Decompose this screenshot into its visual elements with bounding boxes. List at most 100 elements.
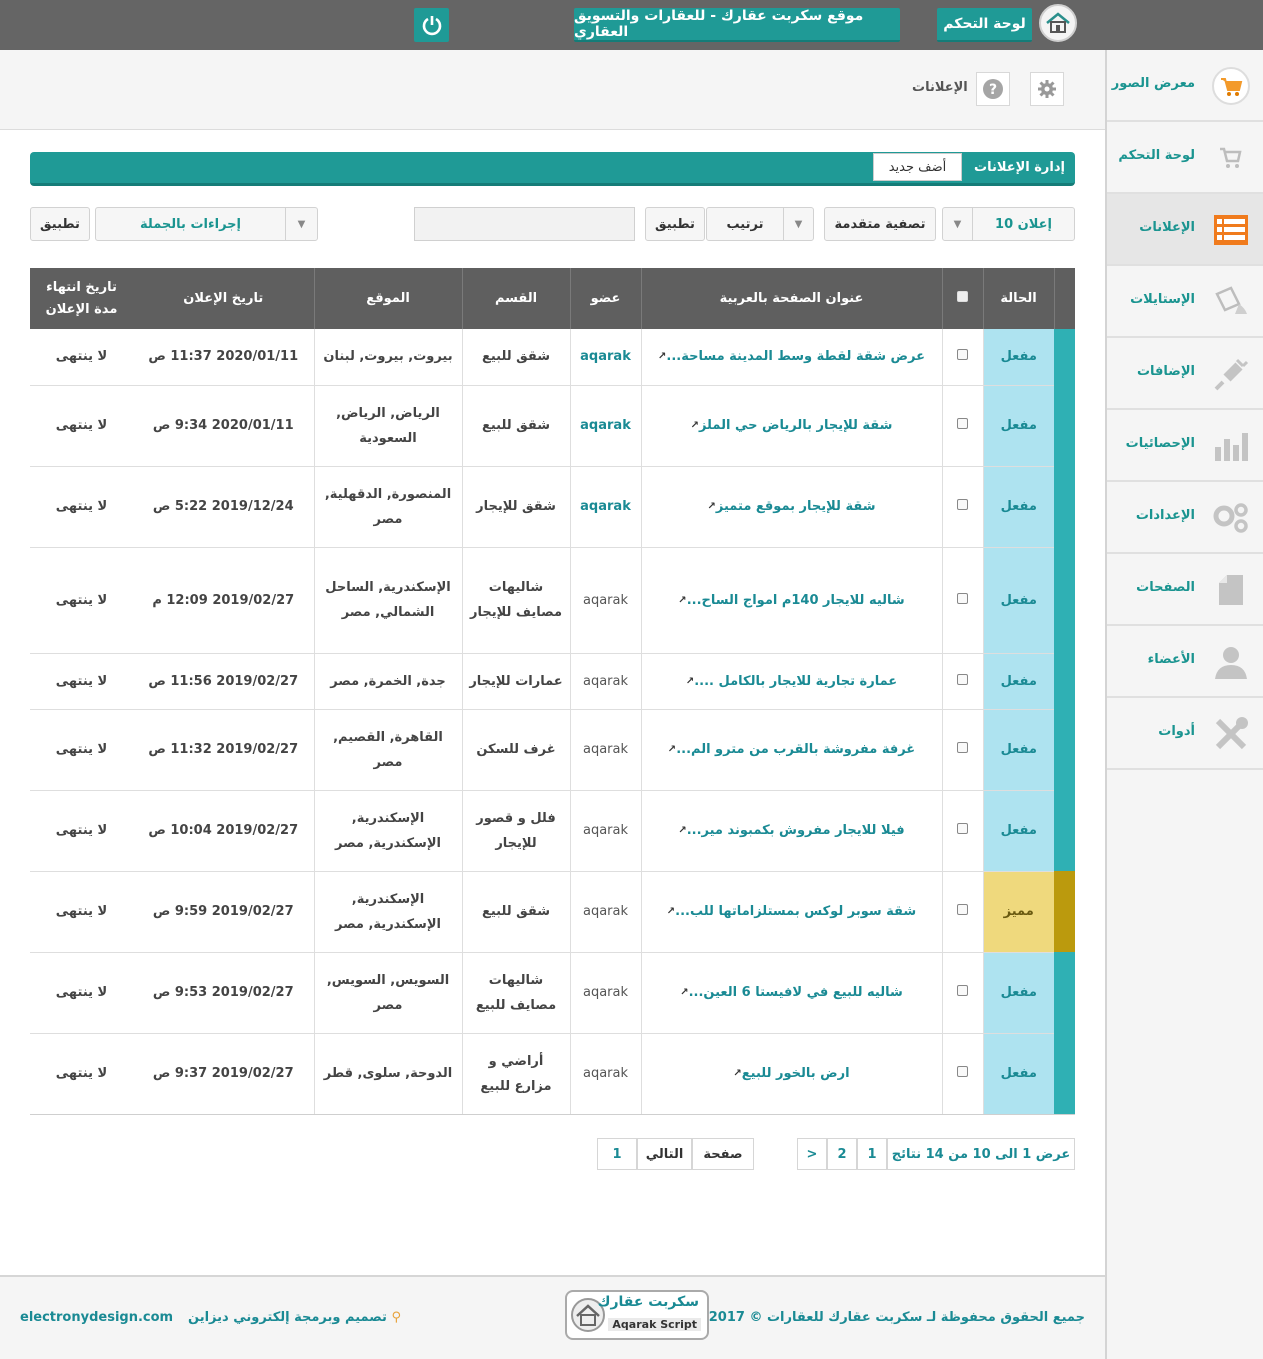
select-all-checkbox[interactable] bbox=[957, 290, 968, 302]
ad-title-link[interactable]: شاليه للبيع في لافيستا 6 العين...↗ bbox=[641, 952, 943, 1034]
power-icon[interactable] bbox=[414, 8, 449, 42]
external-link-icon[interactable]: ↗ bbox=[678, 588, 686, 613]
row-checkbox-cell[interactable] bbox=[942, 329, 984, 386]
sidebar-item-stats[interactable]: الإحصائيات bbox=[1107, 410, 1263, 482]
sidebar-item-styles[interactable]: الإستايلات bbox=[1107, 266, 1263, 338]
apply-sort-button[interactable]: تطبيق bbox=[645, 207, 705, 241]
chevron-down-icon: ▼ bbox=[943, 208, 973, 240]
member-link[interactable]: aqarak bbox=[570, 466, 642, 548]
row-checkbox[interactable] bbox=[957, 499, 968, 510]
row-checkbox[interactable] bbox=[957, 742, 968, 753]
member-link[interactable]: aqarak bbox=[570, 790, 642, 872]
gear-icon[interactable] bbox=[1030, 72, 1064, 106]
status-badge: مفعل bbox=[983, 790, 1054, 872]
row-checkbox[interactable] bbox=[957, 349, 968, 361]
member-link[interactable]: aqarak bbox=[570, 653, 642, 710]
header-member[interactable]: عضو bbox=[570, 268, 642, 329]
designer-site-link[interactable]: electronydesign.com bbox=[20, 1310, 173, 1325]
sidebar-item-plugins[interactable]: الإضافات bbox=[1107, 338, 1263, 410]
location-cell: بيروت, بيروت, لبنان bbox=[314, 329, 463, 386]
design-credit: تصميم وبرمجة إلكتروني ديزاين ⚲ bbox=[188, 1310, 401, 1325]
sidebar-item-gallery[interactable]: معرض الصور bbox=[1107, 50, 1263, 122]
apply-bulk-button[interactable]: تطبيق bbox=[30, 207, 90, 241]
sidebar-item-members[interactable]: الأعضاء bbox=[1107, 626, 1263, 698]
row-checkbox-cell[interactable] bbox=[942, 1033, 984, 1115]
date-cell: 2020/01/11 11:37 ص bbox=[133, 329, 315, 386]
row-checkbox[interactable] bbox=[957, 592, 968, 604]
row-checkbox[interactable] bbox=[957, 985, 968, 996]
sidebar-item-dashboard[interactable]: لوحة التحكم bbox=[1107, 122, 1263, 194]
row-checkbox-cell[interactable] bbox=[942, 871, 984, 953]
member-link[interactable]: aqarak bbox=[570, 1033, 642, 1115]
member-link[interactable]: aqarak bbox=[570, 329, 642, 386]
help-icon[interactable]: ? bbox=[976, 72, 1010, 106]
external-link-icon[interactable]: ↗ bbox=[668, 737, 676, 762]
page-2-button[interactable]: 2 bbox=[827, 1138, 857, 1170]
next-page-button[interactable]: التالي bbox=[637, 1138, 692, 1170]
date-cell: 2019/02/27 12:09 م bbox=[133, 547, 315, 654]
sidebar-item-tools[interactable]: أدوات bbox=[1107, 698, 1263, 770]
row-checkbox-cell[interactable] bbox=[942, 653, 984, 710]
header-location[interactable]: الموقع bbox=[314, 268, 463, 329]
member-link[interactable]: aqarak bbox=[570, 952, 642, 1034]
logo-arabic: سكربت عقارك bbox=[597, 1294, 699, 1310]
ad-title-link[interactable]: شاليه للايجار 140م امواج الساح...↗ bbox=[641, 547, 943, 654]
header-category[interactable]: القسم bbox=[462, 268, 571, 329]
page-1-button[interactable]: 1 bbox=[857, 1138, 887, 1170]
external-link-icon[interactable]: ↗ bbox=[678, 818, 686, 843]
cart-icon bbox=[1211, 66, 1251, 106]
header-date[interactable]: تاريخ الإعلان bbox=[133, 268, 315, 329]
ad-title-link[interactable]: غرفة مفروشة بالقرب من مترو الم...↗ bbox=[641, 709, 943, 791]
per-page-select[interactable]: ▼ 10 إعلان bbox=[942, 207, 1075, 241]
advanced-filter-button[interactable]: تصفية متقدمة bbox=[824, 207, 936, 241]
ad-title-link[interactable]: شقة للإيجار بالرياض حي الملز↗ bbox=[641, 385, 943, 467]
row-checkbox[interactable] bbox=[957, 823, 968, 834]
external-link-icon[interactable]: ↗ bbox=[680, 980, 688, 1005]
header-select-all[interactable] bbox=[942, 268, 984, 329]
ad-title-link[interactable]: فيلا للايجار مفروش بكمبوند مير...↗ bbox=[641, 790, 943, 872]
row-checkbox[interactable] bbox=[957, 904, 968, 915]
row-checkbox-cell[interactable] bbox=[942, 466, 984, 548]
sort-select[interactable]: ▼ ترتيب bbox=[706, 207, 814, 241]
home-icon[interactable] bbox=[1039, 4, 1077, 42]
external-link-icon[interactable]: ↗ bbox=[733, 1061, 741, 1086]
external-link-icon[interactable]: ↗ bbox=[667, 899, 675, 924]
ad-title-link[interactable]: عمارة تجارية للايجار بالكامل ....↗ bbox=[641, 653, 943, 710]
row-checkbox-cell[interactable] bbox=[942, 952, 984, 1034]
row-status-edge bbox=[1054, 547, 1075, 653]
goto-page-input[interactable]: 1 bbox=[597, 1138, 637, 1170]
bulk-actions-select[interactable]: ▼ إجراءات بالجملة bbox=[95, 207, 318, 241]
external-link-icon[interactable]: ↗ bbox=[691, 413, 699, 438]
header-expire[interactable]: تاريخ انتهاء مدة الإعلان bbox=[30, 268, 133, 329]
header-title[interactable]: عنوان الصفحة بالعربية bbox=[641, 268, 943, 329]
row-checkbox-cell[interactable] bbox=[942, 790, 984, 872]
row-status-edge bbox=[1054, 871, 1075, 952]
ad-title-link[interactable]: عرض شقة لقطة وسط المدينة مساحة...↗ bbox=[641, 329, 943, 386]
next-arrow-button[interactable]: > bbox=[797, 1138, 827, 1170]
external-link-icon[interactable]: ↗ bbox=[686, 669, 694, 694]
category-cell: شقق للبيع bbox=[462, 385, 571, 467]
row-checkbox[interactable] bbox=[957, 418, 968, 429]
row-checkbox[interactable] bbox=[957, 673, 968, 685]
row-checkbox-cell[interactable] bbox=[942, 385, 984, 467]
sidebar-item-pages[interactable]: الصفحات bbox=[1107, 554, 1263, 626]
sidebar-item-ads[interactable]: الإعلانات bbox=[1107, 194, 1263, 266]
header-status[interactable]: الحالة bbox=[983, 268, 1055, 329]
site-button[interactable]: موقع سكربت عقارك - للعقارات والتسويق الع… bbox=[574, 8, 900, 42]
member-link[interactable]: aqarak bbox=[570, 709, 642, 791]
row-checkbox-cell[interactable] bbox=[942, 709, 984, 791]
sidebar-item-settings[interactable]: الإعدادات bbox=[1107, 482, 1263, 554]
add-new-button[interactable]: أضف جديد bbox=[873, 153, 962, 181]
member-link[interactable]: aqarak bbox=[570, 385, 642, 467]
ad-title-link[interactable]: شقة للإيجار بموقع متميز↗ bbox=[641, 466, 943, 548]
member-link[interactable]: aqarak bbox=[570, 871, 642, 953]
status-badge: مفعل bbox=[983, 466, 1054, 548]
row-checkbox[interactable] bbox=[957, 1066, 968, 1077]
search-input[interactable] bbox=[414, 207, 635, 241]
ad-title-link[interactable]: ارض بالخور للبيع↗ bbox=[641, 1033, 943, 1115]
ad-title-link[interactable]: شقة سوبر لوكس بمستلزاماتها للب...↗ bbox=[641, 871, 943, 953]
member-link[interactable]: aqarak bbox=[570, 547, 642, 654]
external-link-icon[interactable]: ↗ bbox=[708, 494, 716, 519]
row-checkbox-cell[interactable] bbox=[942, 547, 984, 654]
dashboard-button[interactable]: لوحة التحكم bbox=[937, 8, 1032, 42]
